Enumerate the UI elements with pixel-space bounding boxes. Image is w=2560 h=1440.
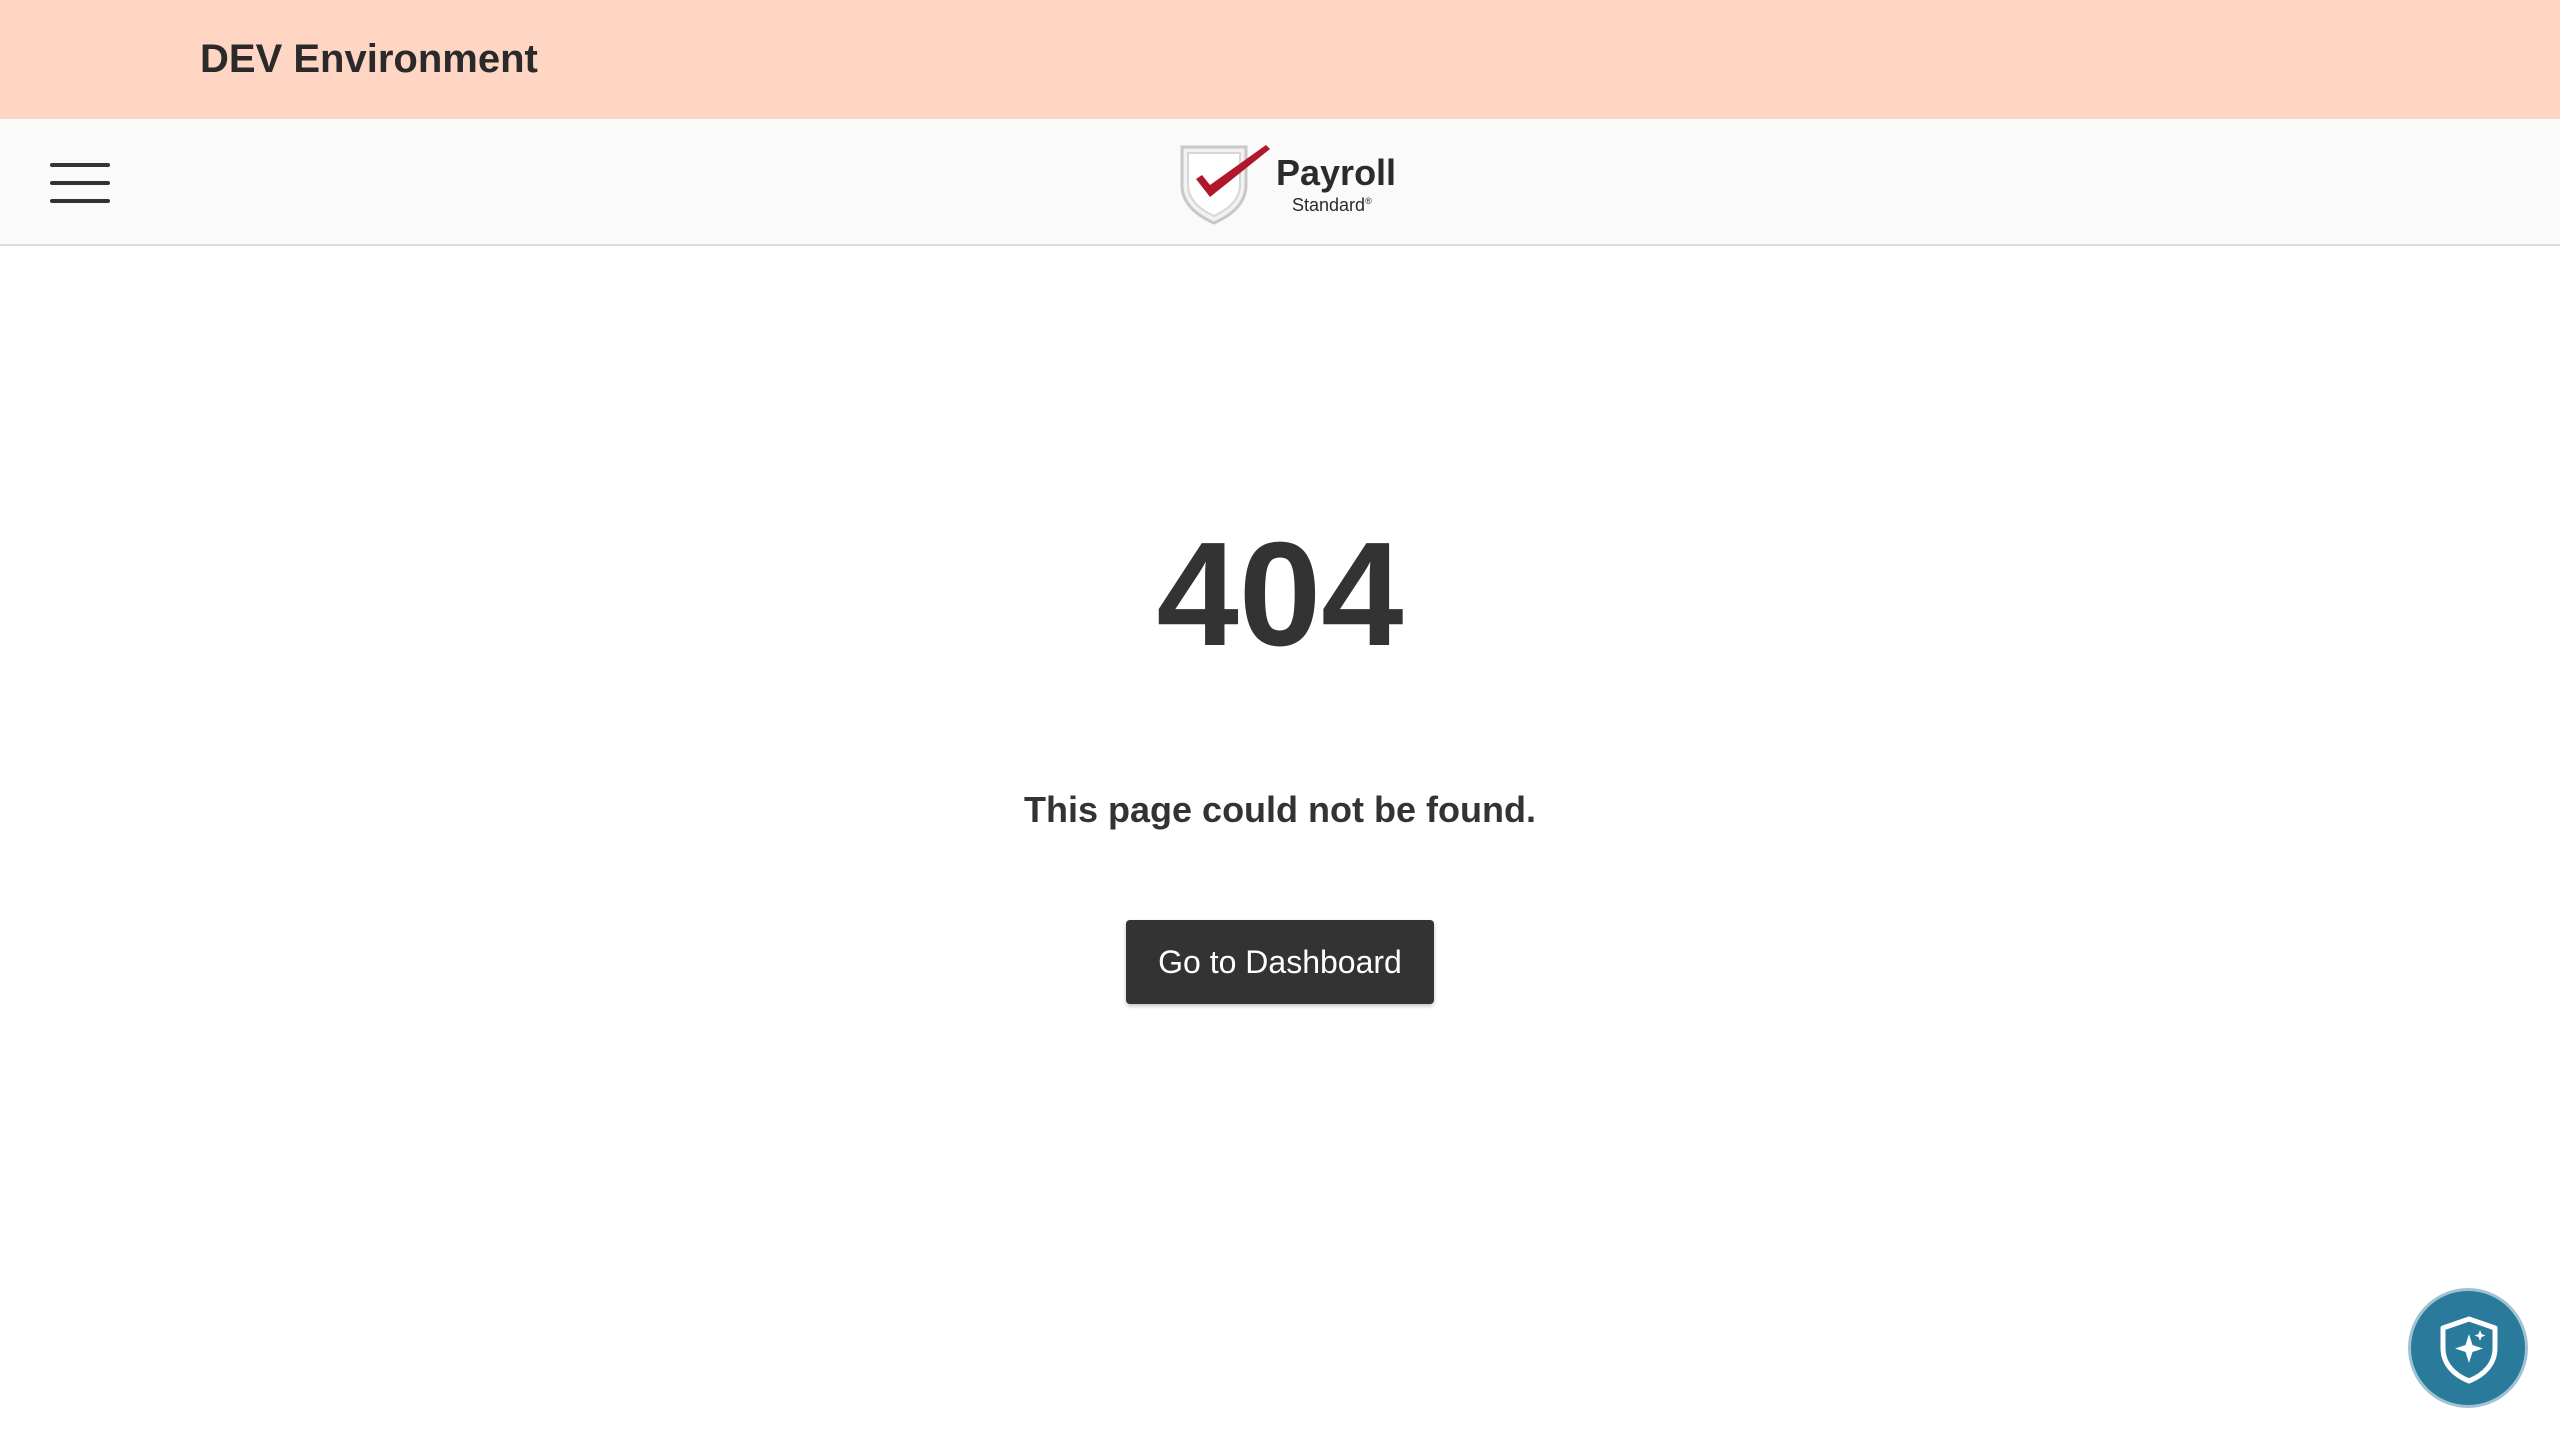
go-to-dashboard-button[interactable]: Go to Dashboard — [1126, 920, 1434, 1004]
shield-checkmark-icon — [1180, 145, 1270, 225]
error-code: 404 — [1156, 512, 1404, 677]
logo-subtitle: Standard® — [1292, 195, 1372, 215]
app-header: Payroll Standard® — [0, 119, 2560, 246]
environment-banner: DEV Environment — [0, 0, 2560, 119]
hamburger-menu-icon — [50, 163, 110, 167]
error-message: This page could not be found. — [1024, 789, 1536, 830]
environment-title: DEV Environment — [200, 37, 538, 81]
assistant-button[interactable] — [2408, 1288, 2528, 1408]
menu-button[interactable] — [46, 153, 114, 213]
logo-wordmark: Payroll — [1276, 152, 1397, 193]
payroll-standard-logo[interactable]: Payroll Standard® — [1174, 141, 1404, 225]
shield-sparkle-icon — [2440, 1316, 2498, 1384]
